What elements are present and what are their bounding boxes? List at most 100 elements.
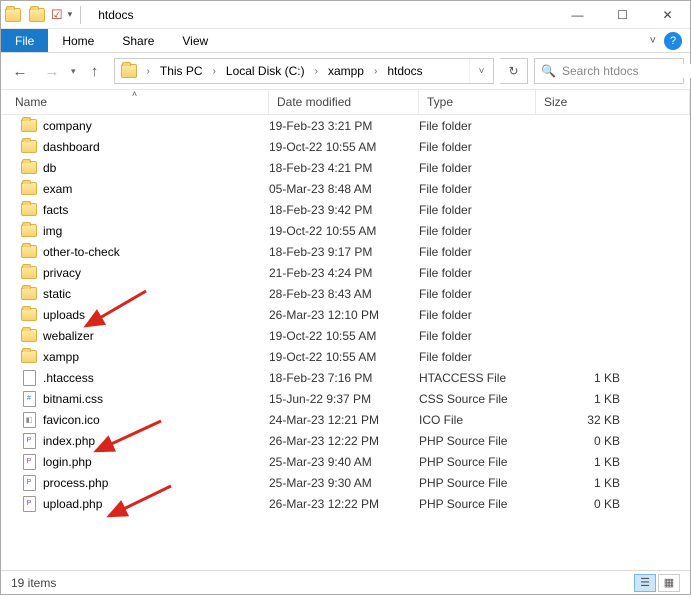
ribbon-tab-file[interactable]: File	[1, 29, 48, 52]
chevron-right-icon[interactable]: ›	[209, 66, 220, 77]
refresh-button[interactable]: ↻	[500, 58, 528, 84]
column-header-date[interactable]: Date modified	[269, 90, 419, 114]
column-header-size[interactable]: Size	[536, 90, 690, 114]
file-list[interactable]: company19-Feb-23 3:21 PMFile folderdashb…	[1, 115, 690, 570]
view-large-icons-button[interactable]: ▦	[658, 574, 680, 592]
file-date: 18-Feb-23 7:16 PM	[269, 371, 419, 385]
qat-open-icon[interactable]	[29, 8, 45, 22]
file-row[interactable]: dashboard19-Oct-22 10:55 AMFile folder	[1, 136, 690, 157]
file-type: PHP Source File	[419, 434, 536, 448]
ribbon-tab-share[interactable]: Share	[108, 29, 168, 52]
forward-button[interactable]: →	[39, 58, 65, 84]
folder-icon	[21, 160, 37, 176]
help-icon[interactable]: ?	[664, 32, 682, 50]
file-date: 24-Mar-23 12:21 PM	[269, 413, 419, 427]
file-row[interactable]: ◧favicon.ico24-Mar-23 12:21 PMICO File32…	[1, 409, 690, 430]
file-type: ICO File	[419, 413, 536, 427]
ribbon-collapse-icon[interactable]: ˅	[650, 35, 656, 47]
file-row[interactable]: other-to-check 18-Feb-23 9:17 PMFile fold…	[1, 241, 690, 262]
address-bar[interactable]: › This PC › Local Disk (C:) › xampp › ht…	[114, 58, 494, 84]
status-bar: 19 items ☰ ▦	[1, 570, 690, 594]
file-date: 26-Mar-23 12:10 PM	[269, 308, 419, 322]
search-box[interactable]: 🔍	[534, 58, 684, 84]
back-button[interactable]: ←	[7, 58, 33, 84]
folder-icon	[21, 286, 37, 302]
ribbon-tab-home[interactable]: Home	[48, 29, 108, 52]
folder-icon	[21, 223, 37, 239]
qat-properties-icon[interactable]: ☑	[51, 7, 63, 23]
nav-row: ← → ▾ ↑ › This PC › Local Disk (C:) › xa…	[1, 53, 690, 89]
file-type: HTACCESS File	[419, 371, 536, 385]
file-name: bitnami.css	[43, 392, 103, 406]
up-button[interactable]: ↑	[82, 58, 108, 84]
breadcrumb-this-pc[interactable]: This PC	[154, 59, 209, 83]
file-type: File folder	[419, 182, 536, 196]
maximize-button[interactable]: ☐	[600, 1, 645, 29]
chevron-right-icon[interactable]: ›	[143, 66, 154, 77]
column-header-name[interactable]: Name ˄	[1, 90, 269, 114]
file-type: File folder	[419, 203, 536, 217]
file-name: upload.php	[43, 497, 102, 511]
history-dropdown-icon[interactable]: ▾	[71, 66, 76, 77]
file-row[interactable]: static 28-Feb-23 8:43 AMFile folder	[1, 283, 690, 304]
chevron-right-icon[interactable]: ›	[311, 66, 322, 77]
close-button[interactable]: ✕	[645, 1, 690, 29]
ico-file-icon: ◧	[21, 412, 37, 428]
php-file-icon: P	[21, 433, 37, 449]
chevron-right-icon[interactable]: ›	[370, 66, 381, 77]
search-input[interactable]	[562, 64, 691, 78]
file-date: 19-Feb-23 3:21 PM	[269, 119, 419, 133]
search-icon: 🔍	[541, 64, 556, 78]
column-header-type[interactable]: Type	[419, 90, 536, 114]
ribbon: File Home Share View ˅ ?	[1, 29, 690, 53]
file-type: File folder	[419, 245, 536, 259]
file-row[interactable]: facts18-Feb-23 9:42 PMFile folder	[1, 199, 690, 220]
file-row[interactable]: privacy21-Feb-23 4:24 PMFile folder	[1, 262, 690, 283]
file-name: other-to-check	[43, 245, 120, 259]
file-name: login.php	[43, 455, 92, 469]
file-name: exam	[43, 182, 72, 196]
minimize-button[interactable]: —	[555, 1, 600, 29]
file-row[interactable]: Plogin.php25-Mar-23 9:40 AMPHP Source Fi…	[1, 451, 690, 472]
qat-dropdown-icon[interactable]: ▾	[65, 9, 76, 20]
file-name: static	[43, 287, 71, 301]
window-title: htdocs	[88, 8, 555, 22]
file-row[interactable]: .htaccess18-Feb-23 7:16 PMHTACCESS File1…	[1, 367, 690, 388]
file-date: 18-Feb-23 9:42 PM	[269, 203, 419, 217]
folder-icon	[21, 307, 37, 323]
view-details-button[interactable]: ☰	[634, 574, 656, 592]
file-row[interactable]: exam05-Mar-23 8:48 AMFile folder	[1, 178, 690, 199]
file-row[interactable]: uploads26-Mar-23 12:10 PMFile folder	[1, 304, 690, 325]
file-type: File folder	[419, 119, 536, 133]
quick-access-toolbar: ☑ ▾	[1, 6, 88, 24]
file-row[interactable]: xampp19-Oct-22 10:55 AMFile folder	[1, 346, 690, 367]
file-type: File folder	[419, 308, 536, 322]
address-dropdown-icon[interactable]: ˅	[469, 59, 493, 83]
ribbon-tab-view[interactable]: View	[168, 29, 222, 52]
php-file-icon: P	[21, 475, 37, 491]
file-row[interactable]: img19-Oct-22 10:55 AMFile folder	[1, 220, 690, 241]
file-size: 0 KB	[536, 434, 690, 448]
file-date: 28-Feb-23 8:43 AM	[269, 287, 419, 301]
file-row[interactable]: company19-Feb-23 3:21 PMFile folder	[1, 115, 690, 136]
file-row[interactable]: Pupload.php26-Mar-23 12:22 PMPHP Source …	[1, 493, 690, 514]
breadcrumb-local-disk[interactable]: Local Disk (C:)	[220, 59, 311, 83]
folder-icon	[21, 118, 37, 134]
file-row[interactable]: webalizer19-Oct-22 10:55 AMFile folder	[1, 325, 690, 346]
folder-icon	[21, 265, 37, 281]
file-row[interactable]: #bitnami.css15-Jun-22 9:37 PMCSS Source …	[1, 388, 690, 409]
file-type: File folder	[419, 287, 536, 301]
file-date: 18-Feb-23 9:17 PM	[269, 245, 419, 259]
breadcrumb-htdocs[interactable]: htdocs	[381, 59, 428, 83]
file-name: .htaccess	[43, 371, 94, 385]
breadcrumb-xampp[interactable]: xampp	[322, 59, 370, 83]
file-row[interactable]: Pprocess.php25-Mar-23 9:30 AMPHP Source …	[1, 472, 690, 493]
file-name: img	[43, 224, 62, 238]
app-folder-icon	[5, 8, 21, 22]
file-type: PHP Source File	[419, 476, 536, 490]
file-date: 19-Oct-22 10:55 AM	[269, 329, 419, 343]
file-row[interactable]: Pindex.php26-Mar-23 12:22 PMPHP Source F…	[1, 430, 690, 451]
file-type: File folder	[419, 329, 536, 343]
file-row[interactable]: db18-Feb-23 4:21 PMFile folder	[1, 157, 690, 178]
file-name: favicon.ico	[43, 413, 100, 427]
